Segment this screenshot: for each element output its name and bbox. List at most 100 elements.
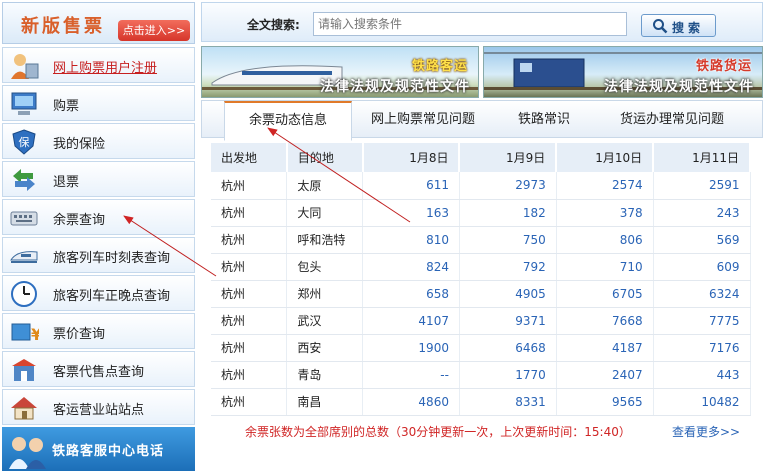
tab-online-faq[interactable]: 网上购票常见问题 [352,101,494,138]
sidebar-item-label[interactable]: 客运营业站站点 [53,399,144,418]
tab-remaining-tickets[interactable]: 余票动态信息 [224,101,352,141]
departure-cell: 杭州 [211,199,288,227]
destination-cell: 郑州 [286,280,364,308]
table-row: 杭州 青岛 -- 1770 2407 443 [211,361,751,389]
table-row: 杭州 郑州 658 4905 6705 6324 [211,280,751,308]
ticket-count-cell: 9565 [556,388,654,416]
remaining-tickets-table: 出发地 目的地 1月8日 1月9日 1月10日 1月11日 杭州 太原 611 297… [211,143,751,416]
ticket-count-cell: 611 [362,172,460,200]
destination-cell: 太原 [286,172,364,200]
destination-cell: 南昌 [286,388,364,416]
ticket-count-cell: 163 [362,199,460,227]
column-header: 1月11日 [653,143,751,172]
ticket-count-cell: 609 [653,253,751,281]
ticket-count-cell: 824 [362,253,460,281]
sidebar-item-stations[interactable]: 客运营业站站点 [2,389,195,425]
table-row: 杭州 武汉 4107 9371 7668 7775 [211,307,751,335]
sidebar: 新版售票 点击进入>> 网上购票用户注册 购票 保 我的保险 退票 余票查询 旅… [0,0,197,475]
ticket-count-cell: 7775 [653,307,751,335]
sidebar-item-label[interactable]: 退票 [53,171,79,190]
return-arrow-icon [13,169,35,191]
new-ticketing-title: 新版售票 [21,16,105,37]
sidebar-item-label[interactable]: 旅客列车时刻表查询 [53,247,170,266]
destination-cell: 武汉 [286,307,364,335]
table-row: 杭州 呼和浩特 810 750 806 569 [211,226,751,254]
sidebar-item-remaining-tickets[interactable]: 余票查询 [2,199,195,235]
ticket-count-cell: 6705 [556,280,654,308]
info-tabs: 余票动态信息 网上购票常见问题 铁路常识 货运办理常见问题 [201,100,763,141]
ticket-count-cell: 10482 [653,388,751,416]
table-row: 杭州 西安 1900 6468 4187 7176 [211,334,751,362]
full-text-search-bar: 全文搜索: 搜索 [201,2,763,42]
sidebar-item-refund[interactable]: 退票 [2,161,195,197]
sidebar-item-delay-query[interactable]: 旅客列车正晚点查询 [2,275,195,311]
ticket-count-cell: 4107 [362,307,460,335]
table-row: 杭州 大同 163 182 378 243 [211,199,751,227]
price-icon: ¥ [11,323,39,344]
sidebar-item-label[interactable]: 客票代售点查询 [53,361,144,380]
ticket-count-cell: 1900 [362,334,460,362]
sidebar-item-register[interactable]: 网上购票用户注册 [2,47,195,83]
new-ticketing-header: 新版售票 点击进入>> [2,2,195,44]
banner-caption-top: 铁路货运 [695,59,752,74]
computer-icon [11,92,37,115]
table-row: 杭州 包头 824 792 710 609 [211,253,751,281]
departure-cell: 杭州 [211,172,288,200]
ticket-count-cell: 806 [556,226,654,254]
sidebar-item-label[interactable]: 我的保险 [53,133,105,152]
destination-cell: 西安 [286,334,364,362]
svg-text:¥: ¥ [31,325,39,344]
search-input[interactable] [313,12,627,36]
sidebar-item-label[interactable]: 购票 [53,95,79,114]
column-header: 1月9日 [459,143,558,172]
service-staff-icon [9,437,46,469]
sidebar-item-label[interactable]: 旅客列车正晚点查询 [53,285,170,304]
search-button[interactable]: 搜索 [641,14,716,37]
departure-cell: 杭州 [211,334,288,362]
clock-icon [11,281,37,307]
ticket-count-cell: 443 [653,361,751,389]
view-more-link[interactable]: 查看更多>> [672,423,740,440]
sidebar-item-buy[interactable]: 购票 [2,85,195,121]
customer-service-phone-text: 铁路客服中心电话 [52,444,165,459]
keyboard-icon [10,211,38,226]
departure-cell: 杭州 [211,280,288,308]
ticket-count-cell: 2973 [459,172,557,200]
enter-new-ticketing-button[interactable]: 点击进入>> [118,20,190,41]
banner-caption-bottom: 法律法规及规范性文件 [604,79,754,95]
sidebar-item-insurance[interactable]: 保 我的保险 [2,123,195,159]
destination-cell: 包头 [286,253,364,281]
sidebar-item-timetable[interactable]: 旅客列车时刻表查询 [2,237,195,273]
column-header: 1月8日 [362,143,461,172]
sidebar-item-price[interactable]: ¥ 票价查询 [2,313,195,349]
ticket-count-cell: 658 [362,280,460,308]
tab-freight-faq[interactable]: 货运办理常见问题 [594,101,750,138]
search-label: 全文搜索: [247,18,300,32]
sidebar-item-label[interactable]: 票价查询 [53,323,105,342]
passenger-regulations-banner[interactable]: 铁路客运 法律法规及规范性文件 [201,46,479,98]
sidebar-item-agent-outlets[interactable]: 客票代售点查询 [2,351,195,387]
freight-regulations-banner[interactable]: 铁路货运 法律法规及规范性文件 [483,46,763,98]
search-icon [653,19,668,34]
ticket-count-cell: 750 [459,226,557,254]
ticket-count-cell: 4860 [362,388,460,416]
departure-cell: 杭州 [211,361,288,389]
ticket-count-cell: 810 [362,226,460,254]
ticket-count-cell: 8331 [459,388,557,416]
column-header: 出发地 [211,143,288,172]
ticket-count-cell: 1770 [459,361,557,389]
sidebar-item-label[interactable]: 网上购票用户注册 [53,57,157,76]
update-note: 余票张数为全部席别的总数（30分钟更新一次，上次更新时间：15:40） [245,425,631,439]
customer-service-phone-banner[interactable]: 铁路客服中心电话 [2,427,195,471]
departure-cell: 杭州 [211,253,288,281]
departure-cell: 杭州 [211,388,288,416]
sidebar-item-label[interactable]: 余票查询 [53,209,105,228]
tab-railway-knowledge[interactable]: 铁路常识 [494,101,594,138]
ticket-count-cell: 2407 [556,361,654,389]
ticket-count-cell: 4187 [556,334,654,362]
ticket-count-cell: 378 [556,199,654,227]
banner-caption-top: 铁路客运 [411,59,468,74]
ticket-count-cell: 4905 [459,280,557,308]
ticket-count-cell: 2591 [653,172,751,200]
ticket-count-cell: 7668 [556,307,654,335]
